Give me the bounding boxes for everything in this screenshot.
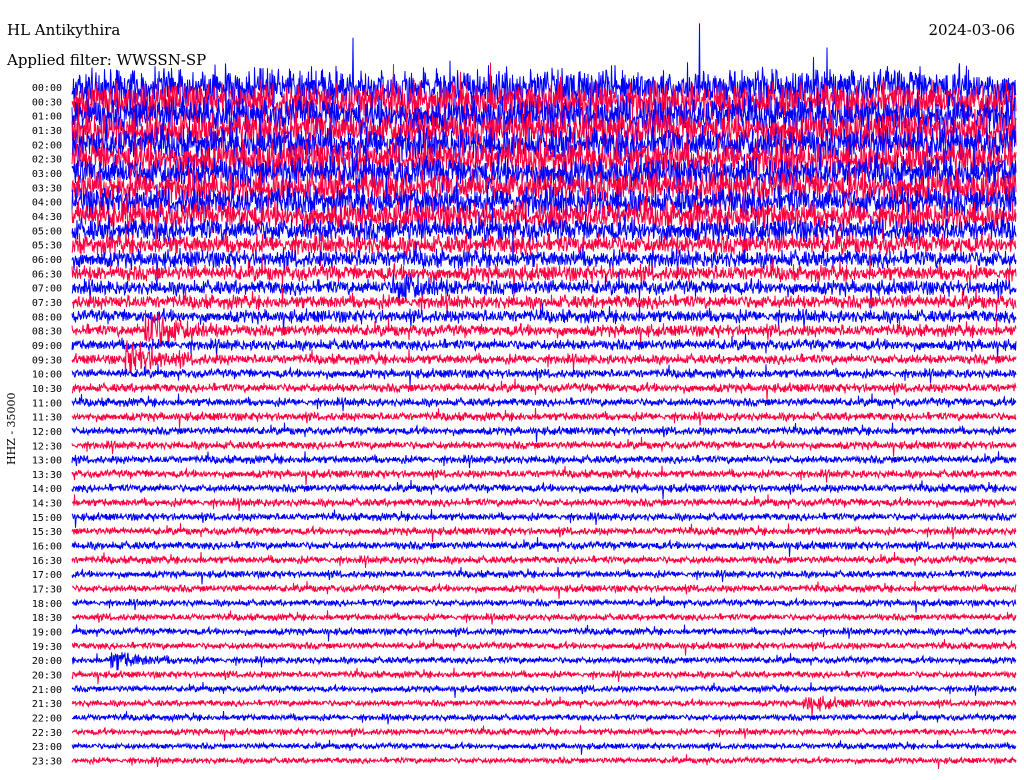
row-time-label: 08:30 (32, 327, 62, 338)
row-time-label: 10:00 (32, 370, 62, 381)
row-time-label: 07:00 (32, 284, 62, 295)
trace-row (71, 494, 1017, 512)
row-time-label: 04:30 (32, 212, 62, 223)
row-time-label: 13:30 (32, 470, 62, 481)
row-time-label: 13:00 (32, 456, 62, 467)
row-time-label: 16:30 (32, 556, 62, 567)
row-time-label: 23:30 (32, 757, 62, 768)
trace-row (71, 667, 1017, 685)
trace-row (71, 566, 1017, 585)
row-time-label: 12:30 (32, 441, 62, 452)
row-time-label: 21:00 (32, 685, 62, 696)
row-time-label: 07:30 (32, 298, 62, 309)
row-time-label: 05:00 (32, 226, 62, 237)
row-time-label: 16:00 (32, 542, 62, 553)
row-time-label: 00:30 (32, 97, 62, 108)
row-time-label: 08:00 (32, 312, 62, 323)
trace-row (71, 451, 1017, 469)
trace-row (71, 581, 1017, 599)
row-time-label: 22:00 (32, 714, 62, 725)
trace-row (71, 682, 1017, 698)
trace-row (71, 465, 1017, 486)
row-time-label: 14:00 (32, 484, 62, 495)
trace-row (71, 739, 1017, 755)
trace-row (71, 537, 1017, 557)
row-time-label: 09:00 (32, 341, 62, 352)
row-time-label: 19:00 (32, 628, 62, 639)
row-time-label: 18:00 (32, 599, 62, 610)
trace-row (72, 638, 1017, 656)
row-time-label: 03:30 (32, 183, 62, 194)
row-time-label: 03:00 (32, 169, 62, 180)
row-time-label: 14:30 (32, 499, 62, 510)
row-time-label: 17:00 (32, 570, 62, 581)
row-time-label: 05:30 (32, 241, 62, 252)
row-time-label: 02:30 (32, 155, 62, 166)
row-time-label: 04:00 (32, 198, 62, 209)
row-time-label: 01:00 (32, 112, 62, 123)
trace-row (71, 652, 1017, 671)
trace-row (71, 551, 1017, 569)
row-time-label: 17:30 (32, 585, 62, 596)
seismogram-plot: 00:00 00:30 01:00 01:30 02:00 02:30 03:00 03:30… (32, 23, 1017, 770)
trace-row (71, 523, 1017, 543)
row-time-label: 21:30 (32, 699, 62, 710)
trace-row (71, 610, 1017, 625)
trace-row (71, 436, 1017, 457)
row-time-label: 23:00 (32, 742, 62, 753)
trace-row (71, 725, 1017, 741)
row-time-label: 15:00 (32, 513, 62, 524)
row-time-label: 00:00 (32, 83, 62, 94)
trace-row (71, 407, 1017, 429)
trace-row (71, 509, 1017, 528)
trace-row (71, 754, 1017, 770)
row-time-label: 18:30 (32, 613, 62, 624)
row-time-label: 06:30 (32, 269, 62, 280)
trace-row (71, 695, 1017, 718)
row-time-label: 20:30 (32, 671, 62, 682)
trace-row (71, 595, 1017, 613)
row-time-label: 11:30 (32, 413, 62, 424)
trace-row (71, 479, 1017, 500)
row-time-label: 20:00 (32, 656, 62, 667)
row-time-label: 22:30 (32, 728, 62, 739)
row-time-label: 15:30 (32, 527, 62, 538)
row-time-label: 19:30 (32, 642, 62, 653)
helicorder: HL Antikythira 2024-03-06 Applied filter… (0, 0, 1024, 780)
row-time-label: 02:00 (32, 140, 62, 151)
row-time-label: 11:00 (32, 398, 62, 409)
trace-row (71, 710, 1017, 725)
row-time-label: 06:00 (32, 255, 62, 266)
trace-row (71, 624, 1017, 642)
trace-row (71, 333, 1017, 361)
row-time-label: 01:30 (32, 126, 62, 137)
row-time-label: 09:30 (32, 355, 62, 366)
row-time-label: 10:30 (32, 384, 62, 395)
trace-row (71, 422, 1017, 443)
trace-row (71, 393, 1017, 412)
trace-row (71, 378, 1017, 401)
row-time-label: 12:00 (32, 427, 62, 438)
